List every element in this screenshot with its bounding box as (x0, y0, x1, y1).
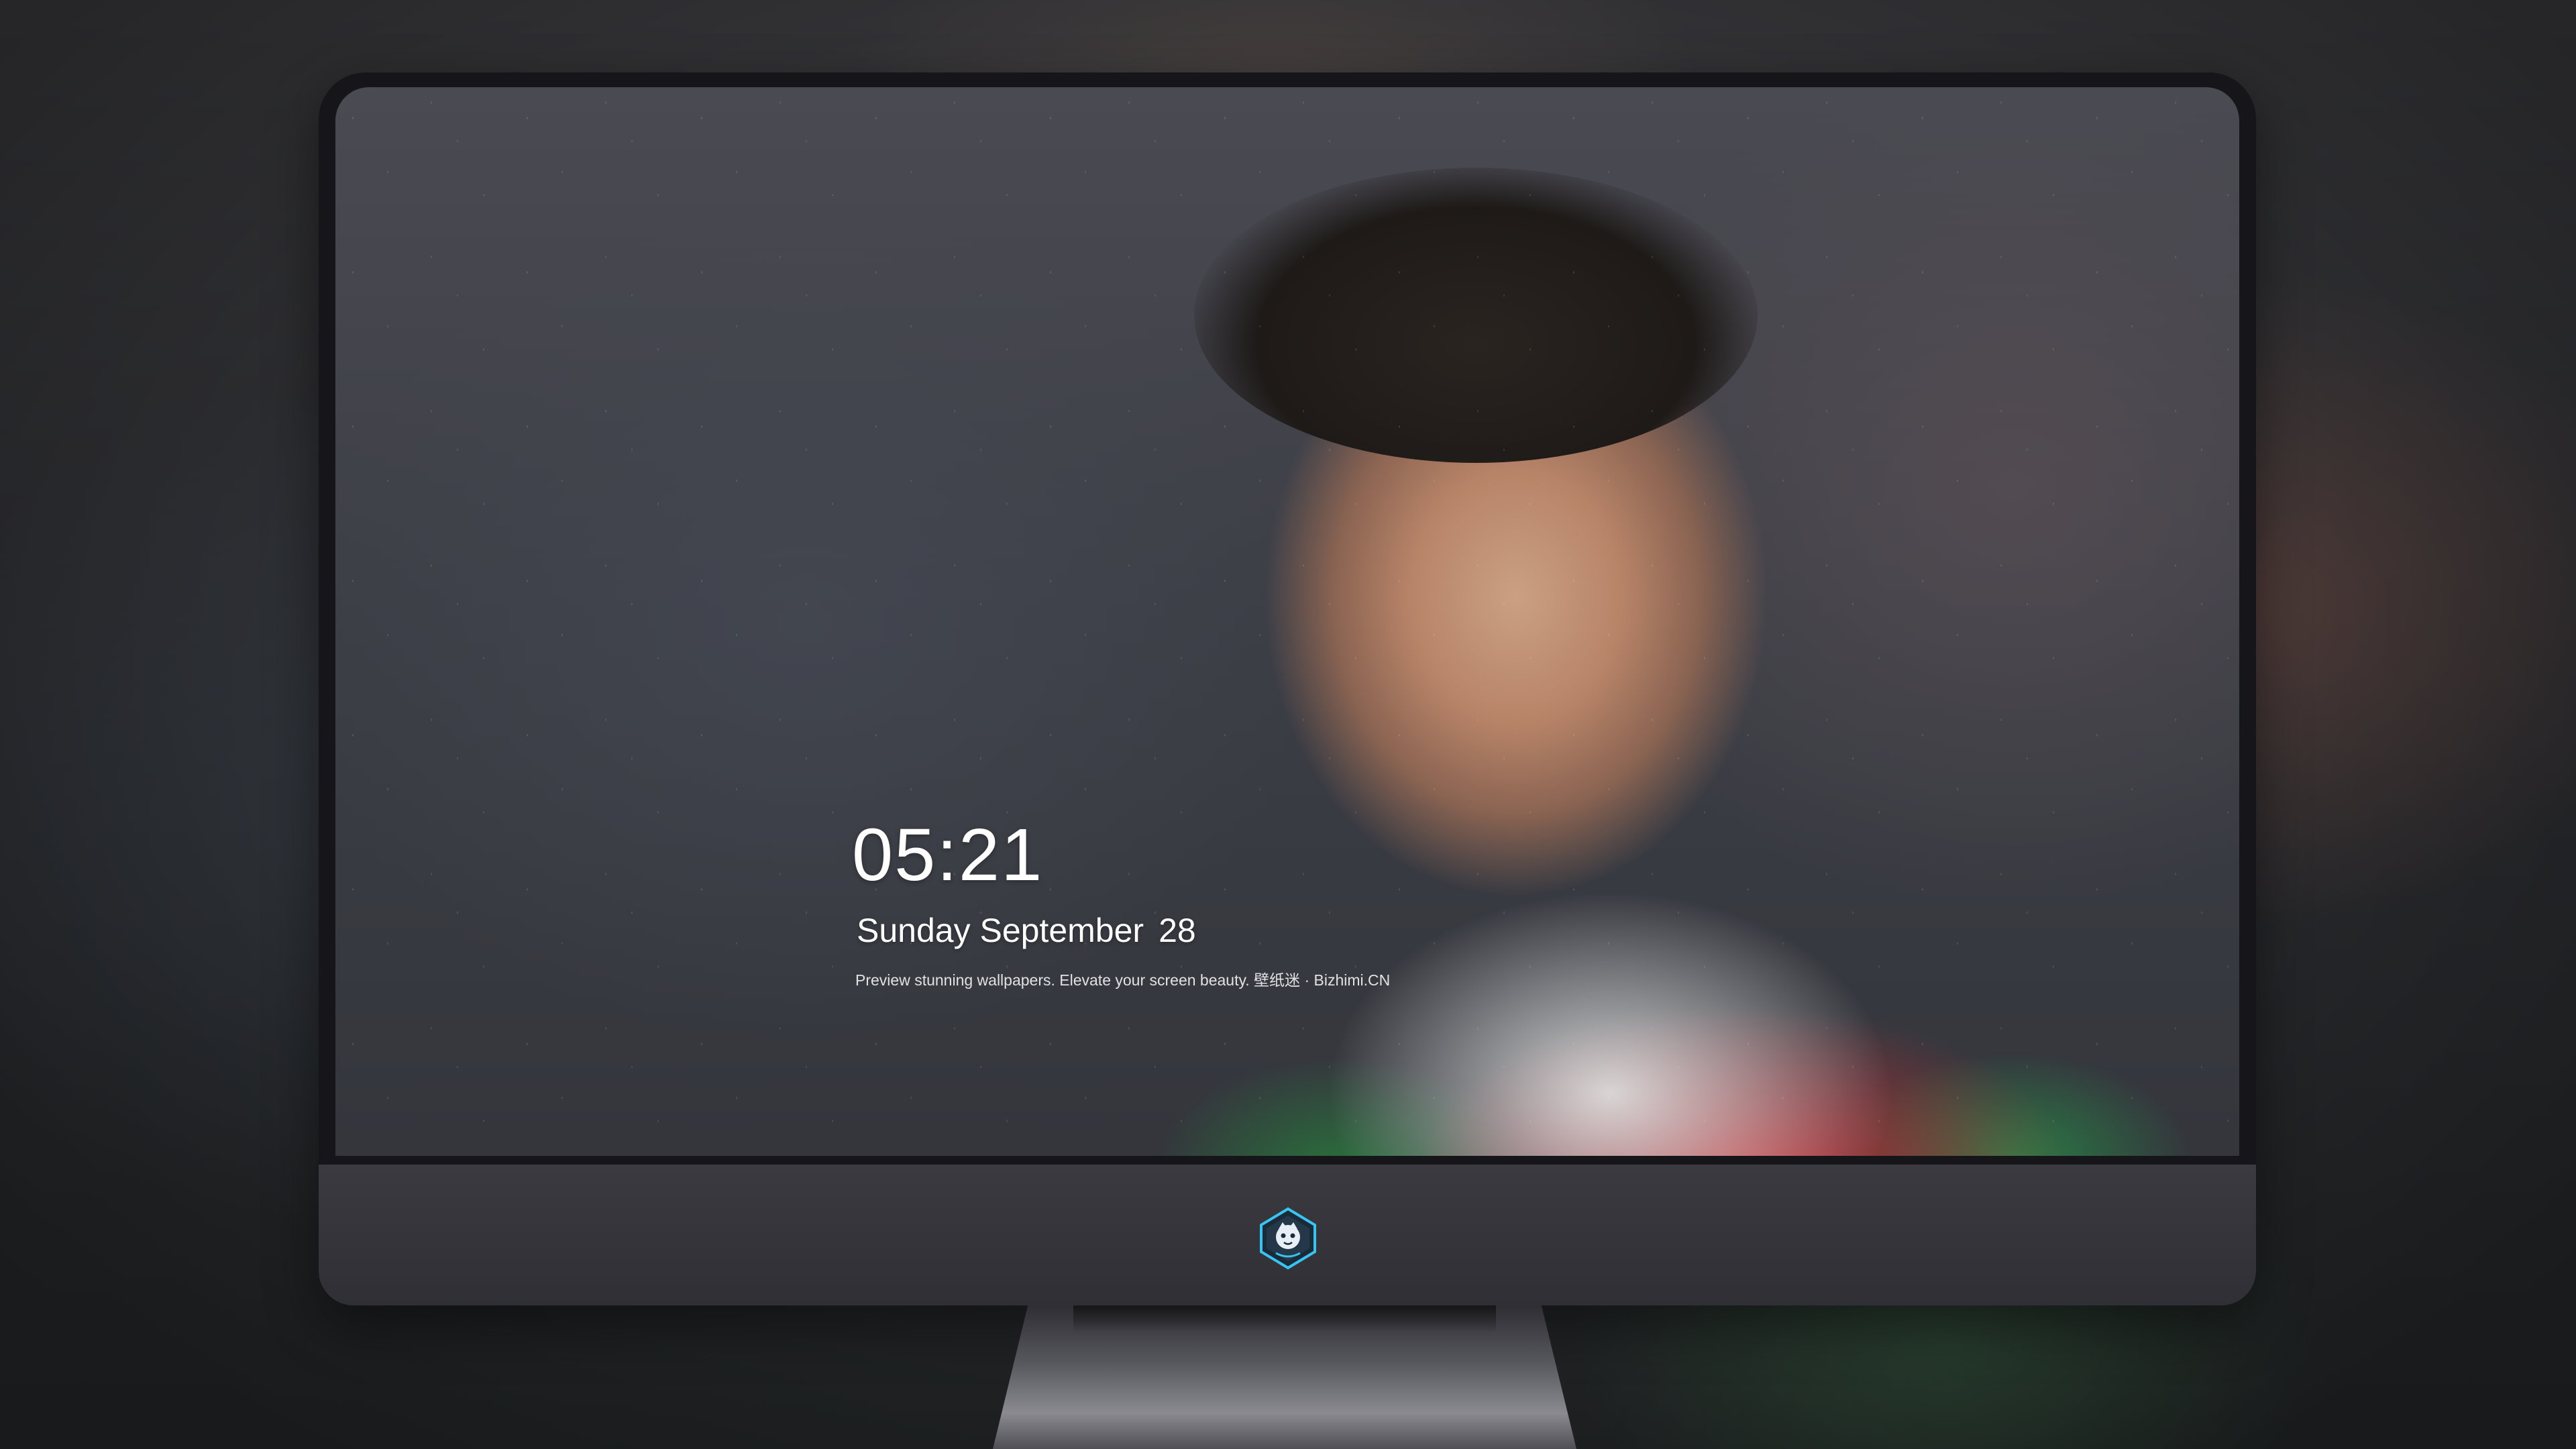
date-weekday-month: Sunday September (857, 912, 1144, 949)
wallpaper-tagline: Preview stunning wallpapers. Elevate you… (855, 971, 1391, 989)
lock-screen: 05:21 Sunday September 28 Preview stunnin… (335, 87, 2239, 1156)
date-day: 28 (1159, 912, 1196, 949)
date-label: Sunday September 28 (857, 914, 1196, 947)
monitor: 05:21 Sunday September 28 Preview stunnin… (319, 72, 2256, 1305)
brand-logo-icon (1260, 1207, 1316, 1270)
clock-time: 05:21 (852, 814, 1044, 896)
stand-shadow (1073, 1305, 1496, 1332)
rain-overlay (335, 87, 2239, 1156)
monitor-chin (319, 1165, 2256, 1305)
